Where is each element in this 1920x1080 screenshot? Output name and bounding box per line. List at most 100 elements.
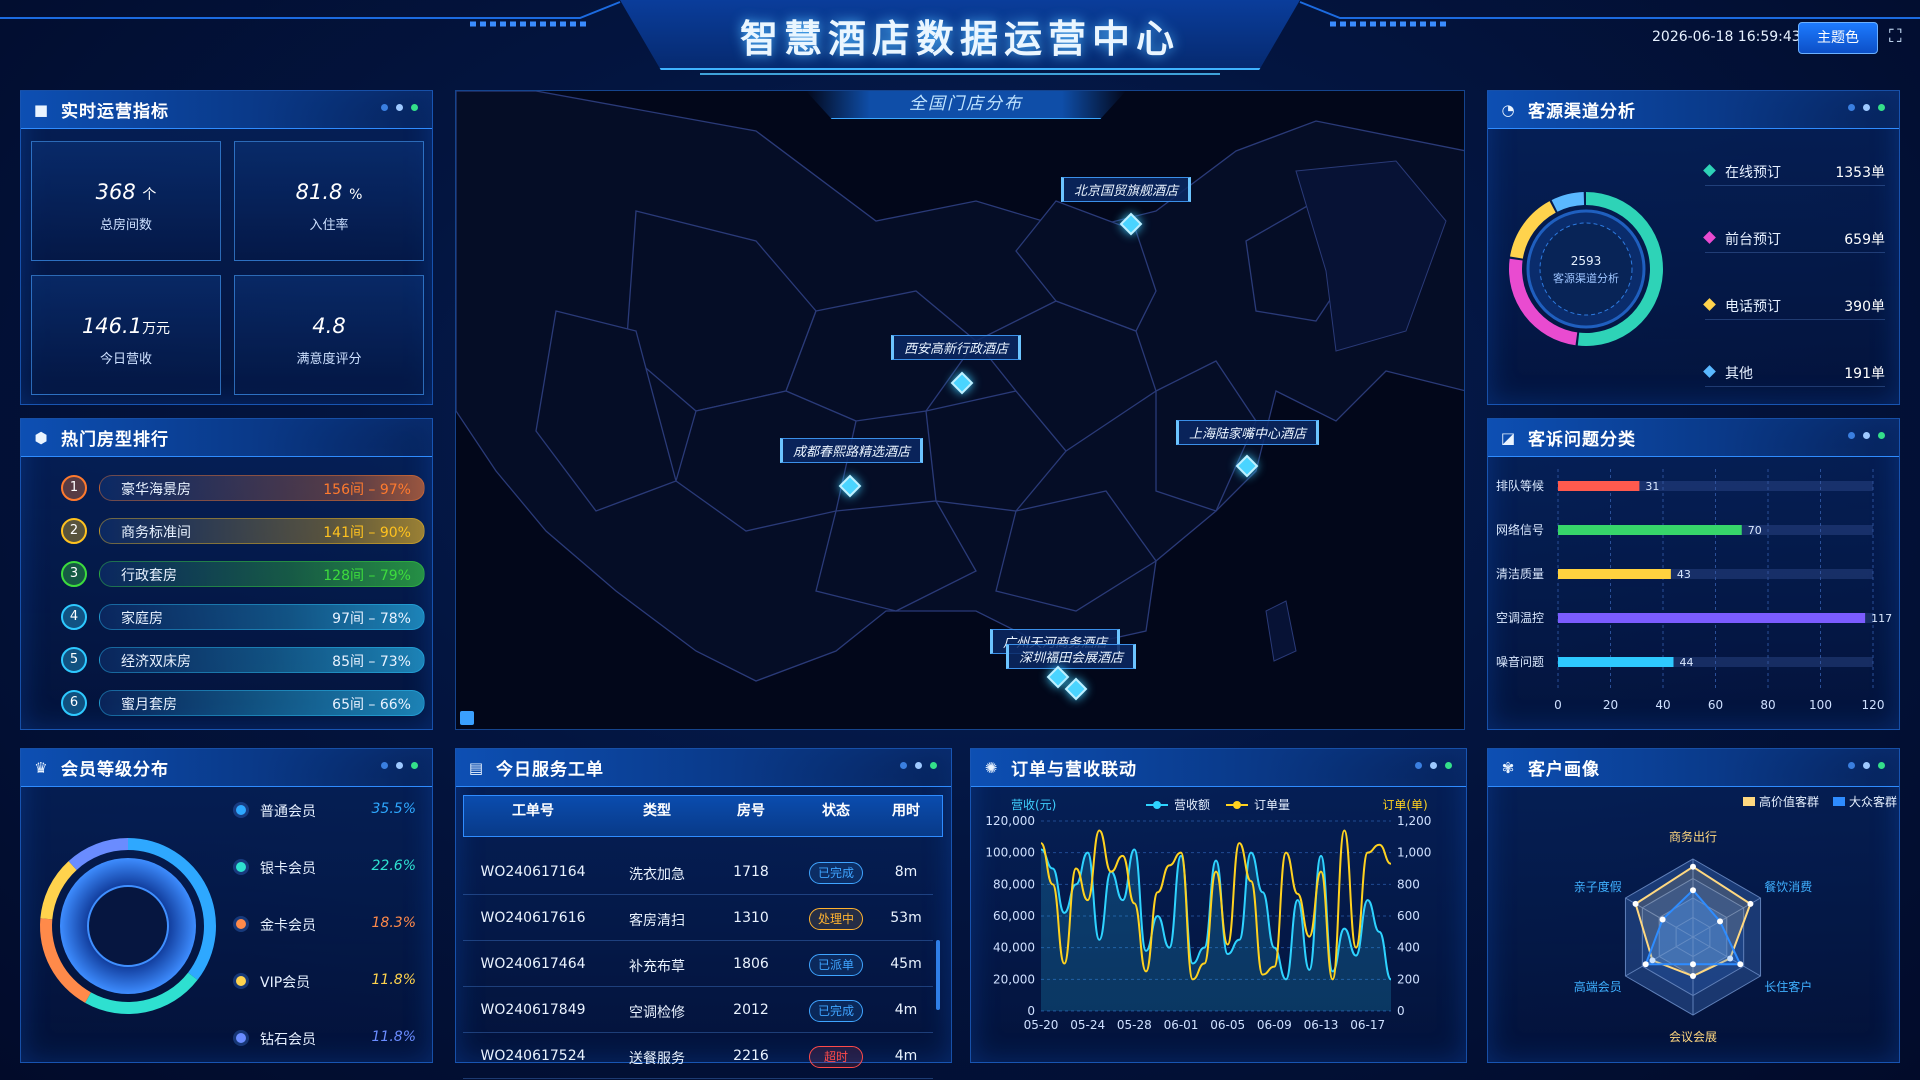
radar-legend-label[interactable]: 高价值客群 [1759, 794, 1819, 809]
room-rank-name: 蜜月套房 [121, 697, 177, 713]
radar-legend-swatch [1743, 797, 1755, 806]
workorders-cell-time: 4m [894, 1002, 918, 1018]
members-donut-chart [39, 838, 216, 1014]
workorders-scrollbar[interactable] [936, 940, 940, 1010]
member-legend-dot [236, 919, 246, 929]
member-legend-item[interactable]: VIP会员 11.8% [236, 971, 416, 993]
kpi-panel: ■ 实时运营指标 368 个 总房间数 81.8 % 入住率 146.1万元 今… [20, 90, 433, 405]
legend-label[interactable]: 订单量 [1254, 798, 1290, 812]
channel-legend-item[interactable]: 在线预订 1353单 [1703, 160, 1885, 186]
radar-point [1690, 863, 1696, 870]
complaint-bar[interactable] [1558, 613, 1866, 623]
map-toggle-icon[interactable] [460, 711, 474, 725]
y-left-tick: 80,000 [993, 877, 1035, 891]
room-rank-name: 商务标准间 [121, 525, 191, 541]
tag-icon: ◪ [1500, 428, 1516, 447]
room-rank-item[interactable]: 4 家庭房 97间 – 78% [41, 600, 441, 634]
map-label-chengdu[interactable]: 成都春熙路精选酒店 [780, 438, 924, 463]
member-legend-dot [236, 1033, 246, 1043]
fullscreen-icon[interactable]: ⛶ [1889, 27, 1909, 47]
member-legend-percent: 11.8% [371, 972, 416, 988]
room-rank-number: 2 [61, 518, 87, 544]
channel-title: 客源渠道分析 [1528, 102, 1636, 122]
map-label-xian[interactable]: 西安高新行政酒店 [891, 335, 1022, 360]
room-rank-name: 家庭房 [121, 611, 163, 627]
member-legend-dot [236, 862, 246, 872]
kpi-total-rooms: 368 个 总房间数 [31, 141, 221, 261]
workorders-cell-id: WO240617524 [480, 1048, 586, 1064]
map-label-shenzhen[interactable]: 深圳福田会展酒店 [1006, 644, 1137, 669]
radar-point [1690, 961, 1696, 968]
kpi-occupancy-rate: 81.8 % 入住率 [234, 141, 424, 261]
workorders-cell-time: 53m [890, 910, 922, 926]
room-rank-value: 141间 – 90% [323, 525, 411, 541]
map-label-beijing[interactable]: 北京国贸旗舰酒店 [1061, 177, 1192, 202]
room-rank-item[interactable]: 6 蜜月套房 65间 – 66% [41, 686, 441, 720]
channel-slice[interactable] [1551, 192, 1585, 212]
orders-panel: ✺ 订单与营收联动 0 0 20,000 200 40,000 400 60,000 600 8… [970, 748, 1467, 1063]
channel-center-label: 客源渠道分析 [1553, 271, 1619, 285]
channel-legend-count: 1353单 [1835, 165, 1885, 181]
kpi-value: 81.8 [295, 180, 343, 204]
radar-legend-label[interactable]: 大众客群 [1849, 794, 1897, 809]
map-label-shanghai[interactable]: 上海陆家嘴中心酒店 [1176, 420, 1320, 445]
theme-color-button[interactable]: 主题色 [1798, 22, 1878, 54]
channel-legend-name: 前台预订 [1725, 232, 1781, 248]
channel-legend-item[interactable]: 前台预订 659单 [1703, 227, 1885, 253]
workorders-cell-type: 客房清扫 [629, 913, 685, 929]
member-legend-item[interactable]: 银卡会员 22.6% [236, 857, 416, 879]
kpi-unit: 个 [142, 187, 157, 203]
legend-label[interactable]: 营收额 [1174, 798, 1210, 812]
channel-legend-dot [1703, 231, 1716, 244]
x-tick-label: 40 [1655, 698, 1670, 712]
complaint-bar[interactable] [1558, 657, 1674, 667]
radar-point [1642, 961, 1649, 968]
bar-value-label: 70 [1748, 524, 1762, 537]
workorders-column-header[interactable]: 类型 [602, 800, 712, 820]
channel-legend-item[interactable]: 电话预订 390单 [1703, 294, 1885, 320]
channel-donut-chart: 2593 客源渠道分析 [1509, 192, 1663, 346]
workorders-column-header[interactable]: 房号 [716, 800, 786, 820]
store-map[interactable]: 全国门店分布 北京国贸旗舰酒店 西安高新行政酒店 成都春熙路精选酒店 上海陆家嘴… [455, 90, 1465, 730]
complaint-bar[interactable] [1558, 569, 1671, 579]
bar-value-label: 117 [1871, 612, 1892, 625]
header-dots [1848, 762, 1885, 769]
workorders-cell-time: 8m [894, 864, 918, 880]
kpi-unit: % [349, 187, 363, 203]
channel-legend-dot [1703, 298, 1716, 311]
channel-total: 2593 [1571, 254, 1602, 268]
complaint-bar[interactable] [1558, 481, 1640, 491]
room-rank-item[interactable]: 5 经济双床房 85间 – 73% [41, 643, 441, 677]
member-legend-item[interactable]: 普通会员 35.5% [236, 800, 416, 822]
workorders-column-header[interactable]: 用时 [876, 800, 936, 820]
radar-axis-label: 高端会员 [1574, 979, 1622, 994]
workorders-cell-type: 空调检修 [629, 1005, 685, 1021]
workorders-cell-id: WO240617464 [480, 956, 586, 972]
y-left-tick: 100,000 [985, 846, 1035, 860]
radar-point [1632, 900, 1639, 907]
channel-legend-item[interactable]: 其他 191单 [1703, 361, 1885, 387]
member-legend-item[interactable]: 金卡会员 18.3% [236, 914, 416, 936]
kpi-satisfaction: 4.8 满意度评分 [234, 275, 424, 395]
room-rank-item[interactable]: 2 商务标准间 141间 – 90% [41, 514, 441, 548]
complaints-title: 客诉问题分类 [1528, 430, 1636, 450]
channel-legend-divider [1705, 319, 1885, 320]
category-label: 排队等候 [1496, 478, 1544, 493]
room-rank-title: 热门房型排行 [61, 430, 169, 450]
workorders-column-header[interactable]: 状态 [796, 800, 876, 820]
room-rank-panel: ⬢ 热门房型排行 1 豪华海景房 156间 – 97% 2 商务标准间 141间 – 90… [20, 418, 433, 730]
room-rank-value: 97间 – 78% [332, 611, 411, 627]
map-provinces [456, 91, 1464, 682]
complaint-bar[interactable] [1558, 525, 1742, 535]
radar-legend-swatch [1833, 797, 1845, 806]
workorders-column-header[interactable]: 工单号 [478, 800, 588, 820]
channel-legend-divider [1705, 386, 1885, 387]
room-rank-name: 行政套房 [121, 568, 177, 584]
room-rank-item[interactable]: 3 行政套房 128间 – 79% [41, 557, 441, 591]
portrait-title: 客户画像 [1528, 760, 1600, 780]
workorders-status-badge: 已派单 [809, 954, 863, 976]
room-rank-item[interactable]: 1 豪华海景房 156间 – 97% [41, 471, 441, 505]
category-label: 清洁质量 [1496, 567, 1544, 581]
current-datetime: 2026-06-18 16:59:43 [1652, 29, 1801, 45]
member-legend-item[interactable]: 钻石会员 11.8% [236, 1028, 416, 1050]
